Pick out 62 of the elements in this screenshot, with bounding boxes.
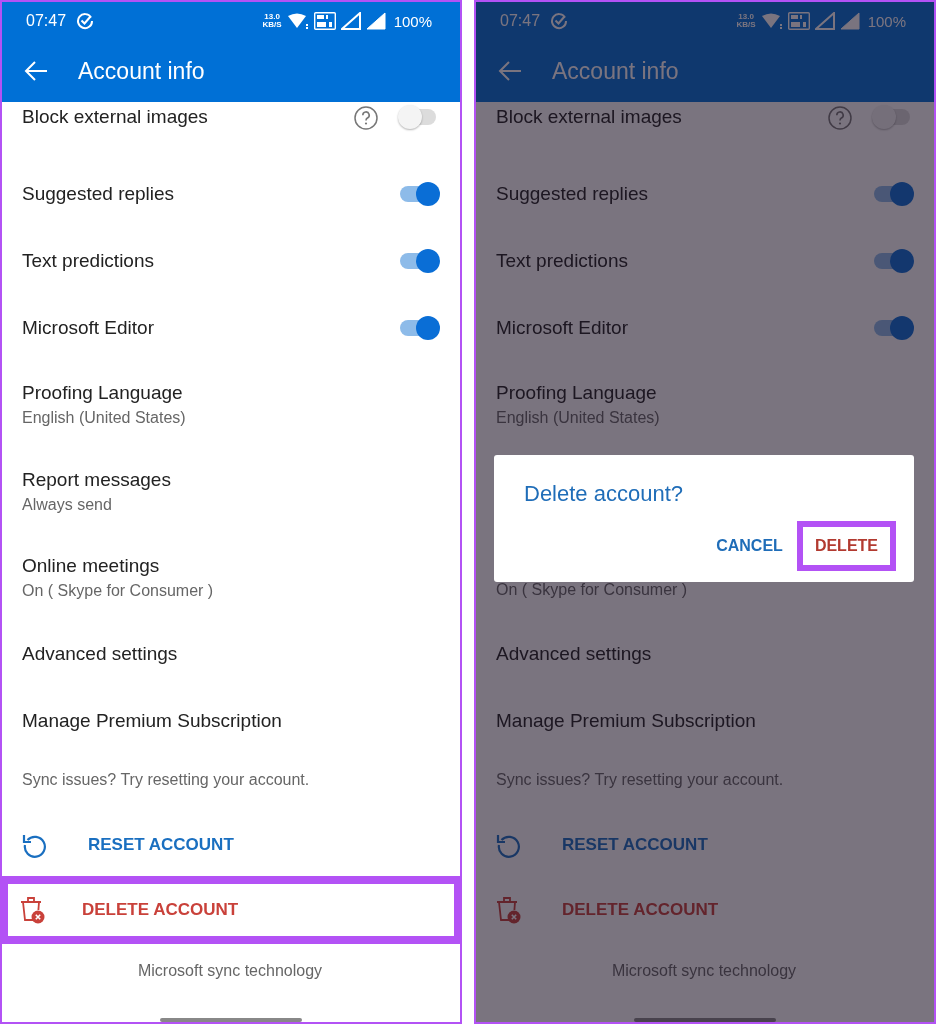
back-icon[interactable] xyxy=(24,61,48,81)
dialog-title: Delete account? xyxy=(524,481,684,507)
setting-link[interactable]: Manage Premium Subscription xyxy=(22,709,282,732)
volte-icon xyxy=(787,12,810,30)
setting-label: Proofing Language xyxy=(496,382,657,404)
hint-text: Sync issues? Try resetting your account. xyxy=(496,770,784,789)
battery-level: 100% xyxy=(867,12,906,30)
setting-label: Block external images xyxy=(496,106,682,128)
setting-label: Microsoft Editor xyxy=(22,316,154,339)
volte-icon xyxy=(313,12,336,30)
network-speed: 13.0 KB/S xyxy=(262,13,282,29)
setting-label: Suggested replies xyxy=(496,182,649,205)
setting-label: Microsoft Editor xyxy=(496,316,628,339)
help-icon[interactable] xyxy=(828,106,852,130)
signal-icon xyxy=(814,12,835,30)
action-link[interactable]: RESET ACCOUNT xyxy=(562,834,708,855)
setting-label: Online meetings xyxy=(22,554,160,577)
setting-value: Always send xyxy=(22,495,112,514)
setting-label: Block external images xyxy=(22,106,208,128)
toggle-switch[interactable] xyxy=(872,181,912,206)
check-circle-icon xyxy=(76,12,95,30)
network-speed: 13.0 KB/S xyxy=(736,13,756,29)
screen-title: Account info xyxy=(78,57,205,85)
wifi-icon xyxy=(286,13,309,29)
toggle-switch[interactable] xyxy=(872,248,912,273)
setting-label: Text predictions xyxy=(22,249,154,272)
setting-value: English (United States) xyxy=(496,409,660,427)
toggle-switch[interactable] xyxy=(872,105,912,129)
action-link[interactable]: DELETE ACCOUNT xyxy=(82,900,239,920)
wifi-icon xyxy=(760,13,783,29)
setting-link[interactable]: Advanced settings xyxy=(496,642,652,665)
screen-title: Account info xyxy=(552,57,679,85)
setting-value: On ( Skype for Consumer ) xyxy=(496,582,688,598)
hint-text: Sync issues? Try resetting your account. xyxy=(22,770,310,789)
footer-text: Microsoft sync technology xyxy=(137,962,323,980)
setting-label: Proofing Language xyxy=(22,382,183,404)
action-link[interactable]: RESET ACCOUNT xyxy=(88,834,234,855)
trash-icon xyxy=(496,896,522,924)
setting-value: English (United States) xyxy=(22,409,186,427)
status-time: 07:47 xyxy=(500,12,541,30)
help-icon[interactable] xyxy=(354,106,378,130)
toggle-switch[interactable] xyxy=(398,248,438,273)
signal-icon xyxy=(839,12,860,30)
signal-icon xyxy=(340,12,361,30)
toggle-switch[interactable] xyxy=(398,181,438,206)
toggle-switch[interactable] xyxy=(398,105,438,129)
setting-link[interactable]: Manage Premium Subscription xyxy=(496,709,756,732)
footer-text: Microsoft sync technology xyxy=(611,962,797,980)
signal-icon xyxy=(365,12,386,30)
toggle-switch[interactable] xyxy=(872,315,912,340)
trash-icon xyxy=(20,896,46,924)
setting-label: Suggested replies xyxy=(22,182,175,205)
toggle-switch[interactable] xyxy=(398,315,438,340)
setting-link[interactable]: Advanced settings xyxy=(22,642,178,665)
setting-label: Report messages xyxy=(22,468,171,491)
check-circle-icon xyxy=(550,12,569,30)
status-time: 07:47 xyxy=(26,12,67,30)
back-icon[interactable] xyxy=(498,61,522,81)
setting-value: On ( Skype for Consumer ) xyxy=(22,581,214,600)
setting-label: Text predictions xyxy=(496,249,628,272)
delete-button[interactable]: DELETE xyxy=(796,521,896,571)
battery-level: 100% xyxy=(393,12,432,30)
